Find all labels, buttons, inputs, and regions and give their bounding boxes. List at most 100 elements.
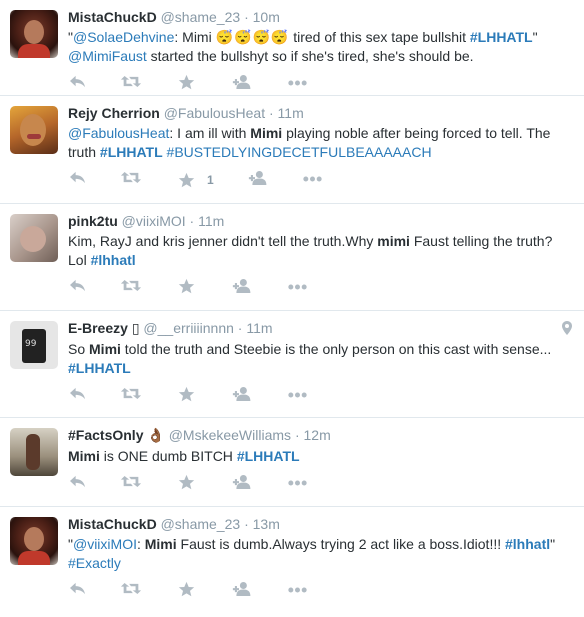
hashtag-link[interactable]: #LHHATL	[470, 29, 533, 45]
retweet-icon[interactable]	[120, 581, 142, 596]
text-segment: Faust is dumb.Always trying 2 act like a…	[176, 536, 505, 552]
text-segment: is ONE dumb BITCH	[99, 448, 237, 464]
reply-icon[interactable]	[68, 581, 87, 596]
display-name[interactable]: pink2tu	[68, 213, 118, 229]
retweet-icon[interactable]	[120, 474, 142, 489]
tweet-header: pink2tu @viixiMOI · 11m	[68, 212, 572, 230]
text-segment: :	[136, 536, 145, 552]
text-segment: "	[550, 536, 556, 552]
retweet-icon[interactable]	[120, 278, 142, 293]
avatar[interactable]	[10, 214, 58, 262]
username[interactable]: @__erriiiinnnn	[143, 320, 233, 336]
highlighted-term: Mimi	[250, 125, 283, 141]
more-icon[interactable]	[287, 283, 308, 291]
display-name[interactable]: E-Breezy	[68, 320, 128, 336]
display-name[interactable]: MistaChuckD	[68, 516, 157, 532]
sleeping-face-emoji: 😴😴😴😴	[215, 29, 290, 45]
avatar[interactable]	[10, 517, 58, 565]
text-segment: So	[68, 341, 90, 357]
avatar[interactable]	[10, 10, 58, 58]
mention-link[interactable]: @SolaeDehvine	[73, 29, 174, 45]
tweet[interactable]: MistaChuckD @shame_23 · 10m " @SolaeDehvi…	[0, 0, 584, 96]
display-name[interactable]: MistaChuckD	[68, 9, 157, 25]
star-icon[interactable]	[178, 386, 207, 403]
tweet-actions: 1	[68, 166, 572, 200]
username[interactable]: @shame_23	[161, 516, 241, 532]
hashtag-link[interactable]: #LHHATL	[100, 144, 163, 160]
timestamp[interactable]: · 12m	[295, 427, 331, 443]
star-icon[interactable]	[178, 581, 207, 598]
tweet[interactable]: MistaChuckD @shame_23 · 13m " @viixiMOI: …	[0, 507, 584, 617]
mention-link[interactable]: @viixiMOI	[73, 536, 137, 552]
hashtag-link[interactable]: #lhhatl	[505, 536, 550, 552]
follow-icon[interactable]	[232, 74, 253, 90]
timestamp[interactable]: · 11m	[190, 213, 225, 229]
username[interactable]: @MskekeeWilliams	[169, 427, 291, 443]
hashtag-link[interactable]: #LHHATL	[237, 448, 300, 464]
reply-icon[interactable]	[68, 170, 87, 185]
mention-link[interactable]: @MimiFaust	[68, 48, 147, 64]
favorite-count: 1	[207, 173, 214, 187]
username[interactable]: @viixiMOI	[122, 213, 186, 229]
timestamp[interactable]: · 11m	[269, 105, 304, 121]
tweet-text: @FabulousHeat: I am ill with Mimi playin…	[68, 124, 572, 162]
tweet-header: #FactsOnly 👌🏾 @MskekeeWilliams · 12m	[68, 426, 572, 445]
avatar[interactable]	[10, 106, 58, 154]
more-icon[interactable]	[287, 79, 308, 87]
reply-icon[interactable]	[68, 474, 87, 489]
star-icon[interactable]	[178, 74, 207, 91]
retweet-icon[interactable]	[120, 74, 142, 89]
reply-icon[interactable]	[68, 74, 87, 89]
username[interactable]: @FabulousHeat	[164, 105, 265, 121]
mention-link[interactable]: @FabulousHeat	[68, 125, 169, 141]
text-segment: "	[532, 29, 538, 45]
text-segment: : I am ill with	[169, 125, 251, 141]
timestamp[interactable]: · 13m	[244, 516, 280, 532]
reply-icon[interactable]	[68, 278, 87, 293]
tweet[interactable]: 99 E-Breezy ▯ @__erriiiinnnn · 11m So Mi…	[0, 311, 584, 418]
star-icon[interactable]	[178, 278, 207, 295]
display-name[interactable]: Rejy Cherrion	[68, 105, 160, 121]
tweet-actions	[68, 577, 572, 611]
follow-icon[interactable]	[248, 170, 269, 186]
tweet-actions	[68, 470, 572, 504]
avatar[interactable]: 99	[10, 321, 58, 369]
location-pin-icon[interactable]	[562, 321, 572, 335]
tweet[interactable]: Rejy Cherrion @FabulousHeat · 11m @Fabul…	[0, 96, 584, 204]
tweet-actions	[68, 382, 572, 416]
follow-icon[interactable]	[232, 386, 253, 402]
follow-icon[interactable]	[232, 278, 253, 294]
hashtag-link[interactable]: #lhhatl	[91, 252, 136, 268]
username[interactable]: @shame_23	[161, 9, 241, 25]
more-icon[interactable]	[287, 391, 308, 399]
display-name[interactable]: #FactsOnly	[68, 427, 143, 443]
tweet[interactable]: pink2tu @viixiMOI · 11m Kim, RayJ and kr…	[0, 204, 584, 311]
timestamp[interactable]: · 10m	[244, 9, 280, 25]
emoji-glyph: ▯	[131, 321, 140, 337]
highlighted-term: mimi	[377, 233, 410, 249]
text-segment: tired of this sex tape bullshit	[289, 29, 470, 45]
reply-icon[interactable]	[68, 386, 87, 401]
retweet-icon[interactable]	[120, 170, 142, 185]
hashtag-link[interactable]: #Exactly	[68, 555, 121, 571]
more-icon[interactable]	[287, 479, 308, 487]
star-icon[interactable]	[178, 474, 207, 491]
tweet-text: " @SolaeDehvine: Mimi 😴😴😴😴 tired of this …	[68, 28, 572, 66]
tweet-header: MistaChuckD @shame_23 · 10m	[68, 8, 572, 26]
tweet[interactable]: #FactsOnly 👌🏾 @MskekeeWilliams · 12m Mim…	[0, 418, 584, 507]
hashtag-link[interactable]: #BUSTEDLYINGDECETFULBEAAAAACH	[167, 144, 432, 160]
timestamp[interactable]: · 11m	[238, 320, 273, 336]
more-icon[interactable]	[287, 586, 308, 594]
retweet-icon[interactable]	[120, 386, 142, 401]
avatar[interactable]	[10, 428, 58, 476]
highlighted-term: Mimi	[68, 448, 100, 464]
ok-hand-emoji: 👌🏾	[147, 428, 165, 444]
follow-icon[interactable]	[232, 581, 253, 597]
more-icon[interactable]	[302, 175, 323, 183]
hashtag-link[interactable]: #LHHATL	[68, 360, 131, 376]
text-segment: Kim, RayJ and kris jenner didn't tell th…	[68, 233, 378, 249]
star-icon[interactable]: 1	[178, 170, 214, 190]
tweet-text: Kim, RayJ and kris jenner didn't tell th…	[68, 232, 572, 270]
text-segment: told the truth and Steebie is the only p…	[120, 341, 552, 357]
follow-icon[interactable]	[232, 474, 253, 490]
